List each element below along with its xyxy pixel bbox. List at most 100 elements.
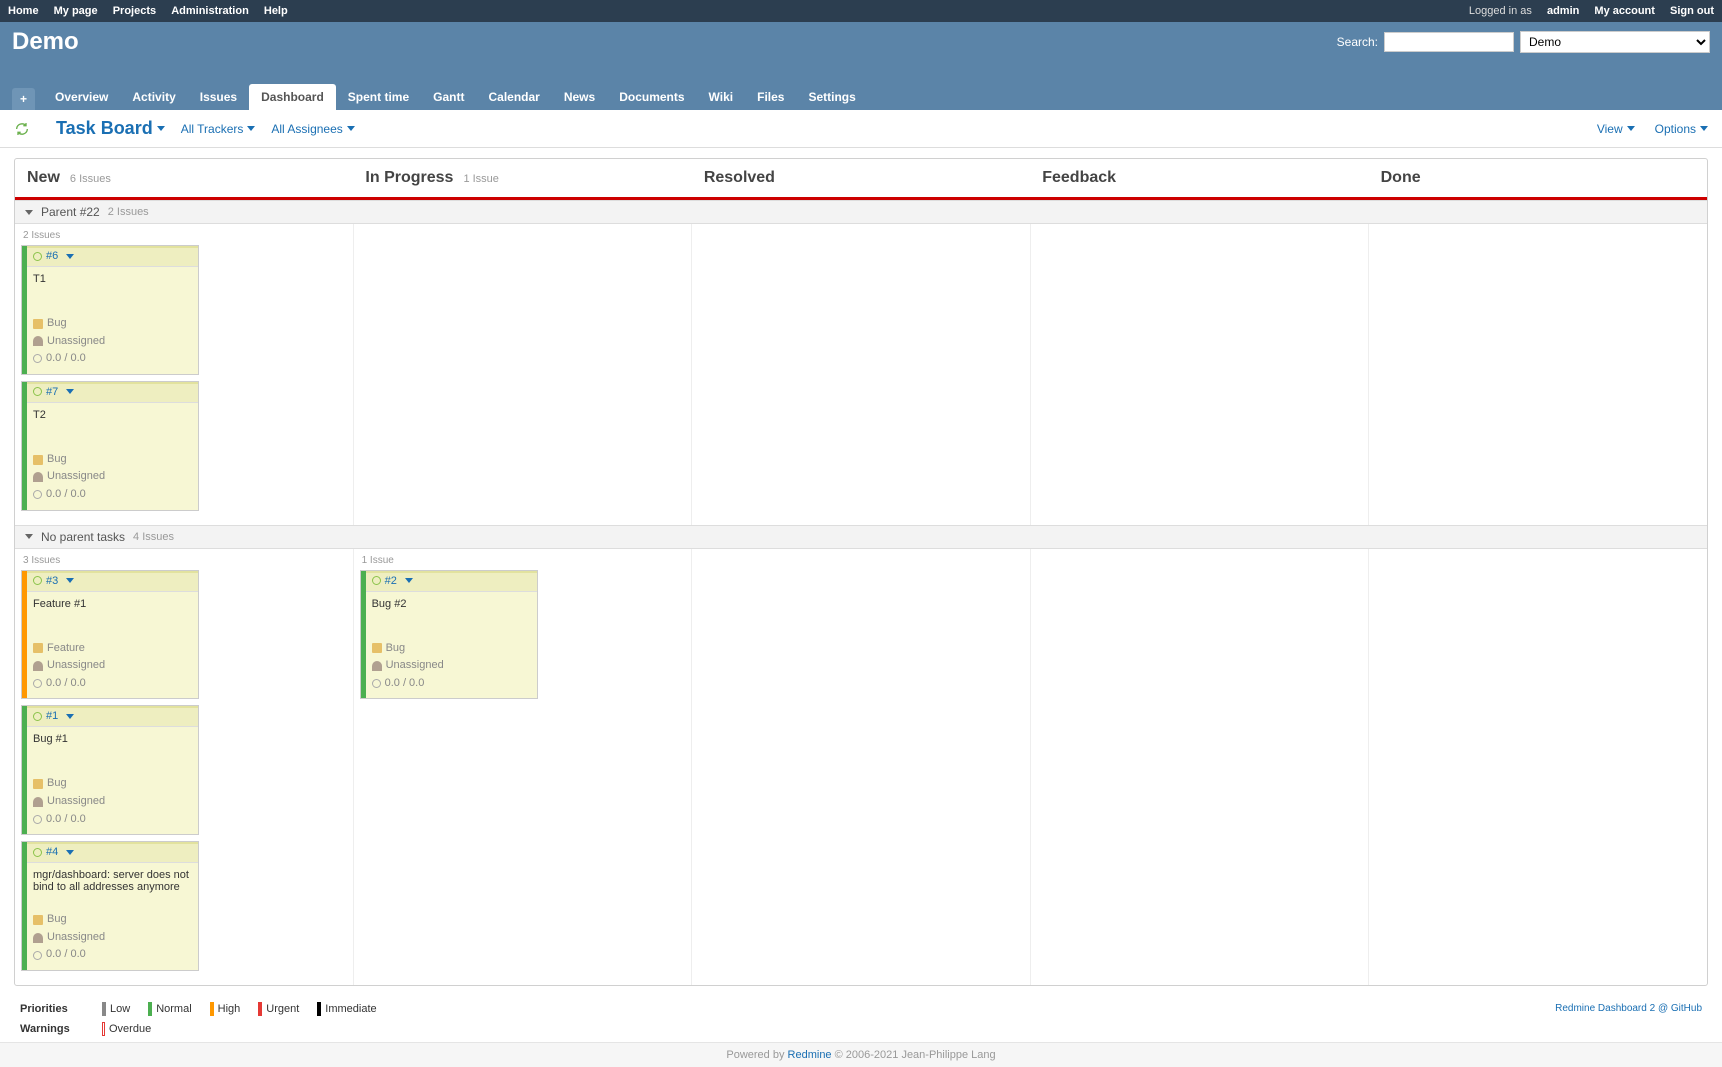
issue-subject: Bug #2 (366, 592, 537, 636)
group-header[interactable]: Parent #222 Issues (15, 200, 1707, 224)
tracker-icon (33, 779, 43, 789)
tracker-icon (33, 455, 43, 465)
issue-id-link[interactable]: #1 (46, 710, 58, 722)
redmine-link[interactable]: Redmine (788, 1049, 832, 1061)
column-cell[interactable] (1031, 224, 1370, 525)
issue-id-link[interactable]: #7 (46, 386, 58, 398)
tab-dashboard[interactable]: Dashboard (249, 84, 336, 110)
topnav-admin[interactable]: Administration (171, 5, 249, 17)
issue-subject: Feature #1 (27, 592, 198, 636)
tracker-icon (33, 643, 43, 653)
assignees-filter[interactable]: All Assignees (271, 122, 354, 136)
tracker-label: Bug (47, 775, 67, 793)
user-icon (33, 472, 43, 482)
project-title: Demo (12, 28, 79, 56)
tab-gantt[interactable]: Gantt (421, 84, 476, 110)
group-header[interactable]: No parent tasks4 Issues (15, 525, 1707, 549)
legend-overdue: Overdue (102, 1022, 151, 1036)
tab-documents[interactable]: Documents (607, 84, 696, 110)
issue-card[interactable]: #6 T1 Bug Unassigned 0.0 / 0.0 (21, 245, 199, 375)
github-link[interactable]: Redmine Dashboard 2 @ GitHub (1555, 1003, 1702, 1014)
column-header: In Progress1 Issue (353, 159, 691, 197)
column-cell[interactable] (1369, 549, 1707, 985)
assignee-label: Unassigned (47, 793, 105, 811)
column-cell[interactable] (354, 224, 693, 525)
column-cell[interactable] (692, 549, 1031, 985)
issue-id-link[interactable]: #4 (46, 846, 58, 858)
user-icon (372, 661, 382, 671)
issue-card[interactable]: #3 Feature #1 Feature Unassigned 0.0 / 0… (21, 570, 199, 700)
column-cell[interactable] (692, 224, 1031, 525)
status-icon (33, 387, 42, 396)
topnav-help[interactable]: Help (264, 5, 288, 17)
column-cell[interactable] (1369, 224, 1707, 525)
issue-id-link[interactable]: #6 (46, 250, 58, 262)
hours-label: 0.0 / 0.0 (46, 486, 86, 504)
card-menu-icon[interactable] (66, 254, 74, 259)
time-icon (372, 679, 381, 688)
column-cell[interactable]: 1 Issue #2 Bug #2 Bug Unassigned 0.0 / 0… (354, 549, 693, 985)
current-user-link[interactable]: admin (1547, 5, 1579, 17)
tab-news[interactable]: News (552, 84, 607, 110)
legend-high: High (210, 1002, 241, 1016)
user-icon (33, 661, 43, 671)
column-cell[interactable]: 2 Issues #6 T1 Bug Unassigned 0.0 / 0.0 (15, 224, 354, 525)
hours-label: 0.0 / 0.0 (46, 946, 86, 964)
issue-card[interactable]: #1 Bug #1 Bug Unassigned 0.0 / 0.0 (21, 705, 199, 835)
time-icon (33, 951, 42, 960)
legend-urgent: Urgent (258, 1002, 299, 1016)
card-menu-icon[interactable] (66, 389, 74, 394)
copyright-text: © 2006-2021 Jean-Philippe Lang (832, 1049, 996, 1061)
time-icon (33, 354, 42, 363)
search-input[interactable] (1384, 32, 1514, 52)
column-cell[interactable] (1031, 549, 1370, 985)
tracker-icon (33, 319, 43, 329)
assignee-label: Unassigned (47, 929, 105, 947)
options-dropdown[interactable]: Options (1655, 122, 1708, 136)
tracker-label: Bug (386, 640, 406, 658)
card-menu-icon[interactable] (66, 578, 74, 583)
tab-settings[interactable]: Settings (796, 84, 867, 110)
assignee-label: Unassigned (386, 657, 444, 675)
column-header: New6 Issues (15, 159, 353, 197)
view-dropdown[interactable]: View (1597, 122, 1635, 136)
refresh-icon[interactable] (14, 121, 30, 137)
issue-card[interactable]: #7 T2 Bug Unassigned 0.0 / 0.0 (21, 381, 199, 511)
topnav-myaccount[interactable]: My account (1594, 5, 1655, 17)
user-icon (33, 933, 43, 943)
tab-spenttime[interactable]: Spent time (336, 84, 421, 110)
hours-label: 0.0 / 0.0 (385, 675, 425, 693)
tab-overview[interactable]: Overview (43, 84, 120, 110)
new-item-button[interactable]: + (12, 88, 35, 110)
issue-subject: T2 (27, 403, 198, 447)
card-menu-icon[interactable] (66, 850, 74, 855)
card-menu-icon[interactable] (66, 714, 74, 719)
tab-activity[interactable]: Activity (120, 84, 187, 110)
tab-files[interactable]: Files (745, 84, 796, 110)
card-menu-icon[interactable] (405, 578, 413, 583)
issue-id-link[interactable]: #3 (46, 575, 58, 587)
collapse-icon (25, 210, 33, 215)
topnav-mypage[interactable]: My page (54, 5, 98, 17)
legend-low: Low (102, 1002, 130, 1016)
legend-immediate: Immediate (317, 1002, 376, 1016)
topnav-signout[interactable]: Sign out (1670, 5, 1714, 17)
trackers-filter[interactable]: All Trackers (181, 122, 256, 136)
topnav-home[interactable]: Home (8, 5, 39, 17)
issue-id-link[interactable]: #2 (385, 575, 397, 587)
logged-in-label: Logged in as (1469, 5, 1535, 17)
issue-subject: Bug #1 (27, 727, 198, 771)
column-header: Feedback (1030, 159, 1368, 197)
issue-card[interactable]: #2 Bug #2 Bug Unassigned 0.0 / 0.0 (360, 570, 538, 700)
tab-wiki[interactable]: Wiki (697, 84, 746, 110)
powered-by-label: Powered by (726, 1049, 787, 1061)
topnav-projects[interactable]: Projects (113, 5, 156, 17)
tab-issues[interactable]: Issues (188, 84, 249, 110)
tracker-label: Bug (47, 451, 67, 469)
board-title-dropdown[interactable]: Task Board (56, 118, 165, 139)
hours-label: 0.0 / 0.0 (46, 350, 86, 368)
issue-card[interactable]: #4 mgr/dashboard: server does not bind t… (21, 841, 199, 971)
column-cell[interactable]: 3 Issues #3 Feature #1 Feature Unassigne… (15, 549, 354, 985)
project-select[interactable]: Demo (1520, 31, 1710, 53)
tab-calendar[interactable]: Calendar (476, 84, 551, 110)
